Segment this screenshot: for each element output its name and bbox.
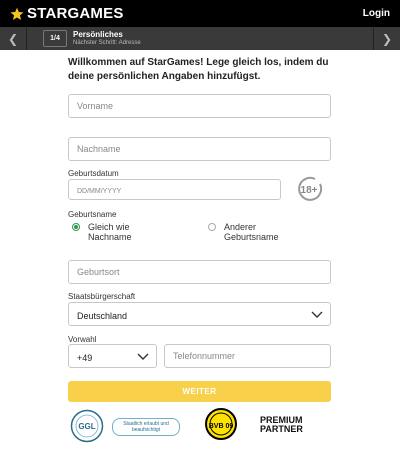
chevron-right-icon: ❯ [381, 31, 393, 46]
chevron-down-icon [311, 311, 323, 318]
last-name-field[interactable] [68, 137, 331, 161]
dial-code-select[interactable]: +49 [68, 344, 157, 368]
partner-line-2: PARTNER [260, 424, 303, 434]
radio-label-other: Anderer Geburtsname [224, 222, 279, 242]
login-link[interactable]: Login [363, 8, 390, 19]
ggl-license-note: Staatlich erlaubt und beaufsichtigt [112, 418, 180, 436]
ggl-seal-text: GGL [78, 422, 95, 431]
ggl-seal-icon: GGL [70, 409, 104, 443]
stargames-logo[interactable]: STARGAMES [10, 5, 124, 22]
step-counter: 1/4 [43, 30, 67, 47]
radio-other-birthname[interactable]: Anderer Geburtsname [208, 222, 304, 242]
citizenship-value: Deutschland [77, 311, 128, 321]
next-step-button[interactable]: ❯ [373, 27, 400, 50]
birthdate-label: Geburtsdatum [68, 169, 119, 178]
birthplace-input[interactable] [69, 261, 330, 283]
dial-code-label: Vorwahl [68, 335, 97, 344]
phone-input[interactable] [165, 345, 330, 367]
step-title: Persönliches [73, 29, 123, 39]
citizenship-label: Staatsbürgerschaft [68, 292, 136, 301]
bvb-logo-icon: BVB 09 [205, 408, 237, 440]
last-name-input[interactable] [69, 138, 330, 160]
phone-field[interactable] [164, 344, 331, 368]
chevron-down-icon [137, 353, 149, 360]
bvb-logo-text: BVB 09 [209, 423, 234, 430]
radio-button-checked[interactable] [72, 223, 80, 231]
premium-partner-text: PREMIUM PARTNER [260, 416, 303, 434]
star-icon [10, 7, 24, 20]
brand-name: STARGAMES [27, 5, 124, 22]
age-badge-text: 18+ [301, 185, 318, 196]
next-step-text: Nächster Schritt: Adresse [73, 39, 141, 46]
intro-text: Willkommen auf StarGames! Lege gleich lo… [68, 57, 329, 82]
chevron-left-icon: ❮ [7, 31, 19, 46]
radio-button-unchecked[interactable] [208, 223, 216, 231]
first-name-field[interactable] [68, 94, 331, 118]
age-18-plus-icon: 18+ [298, 176, 323, 201]
dial-code-value: +49 [77, 353, 93, 363]
radio-same-as-lastname[interactable]: Gleich wie Nachname [72, 222, 168, 242]
registration-stepper: ❮ 1/4 Persönliches Nächster Schritt: Adr… [0, 27, 400, 50]
birthname-label: Geburtsname [68, 210, 117, 219]
citizenship-select[interactable]: Deutschland [68, 302, 331, 326]
first-name-input[interactable] [69, 95, 330, 117]
top-bar: STARGAMES Login [0, 0, 400, 27]
birthdate-input[interactable] [69, 182, 280, 201]
continue-button[interactable]: WEITER [68, 381, 331, 402]
birthplace-field[interactable] [68, 260, 331, 284]
previous-step-button[interactable]: ❮ [0, 27, 27, 50]
birthdate-field[interactable] [68, 179, 281, 201]
radio-label-same: Gleich wie Nachname [88, 222, 132, 242]
step-info: Persönliches Nächster Schritt: Adresse [73, 30, 141, 48]
